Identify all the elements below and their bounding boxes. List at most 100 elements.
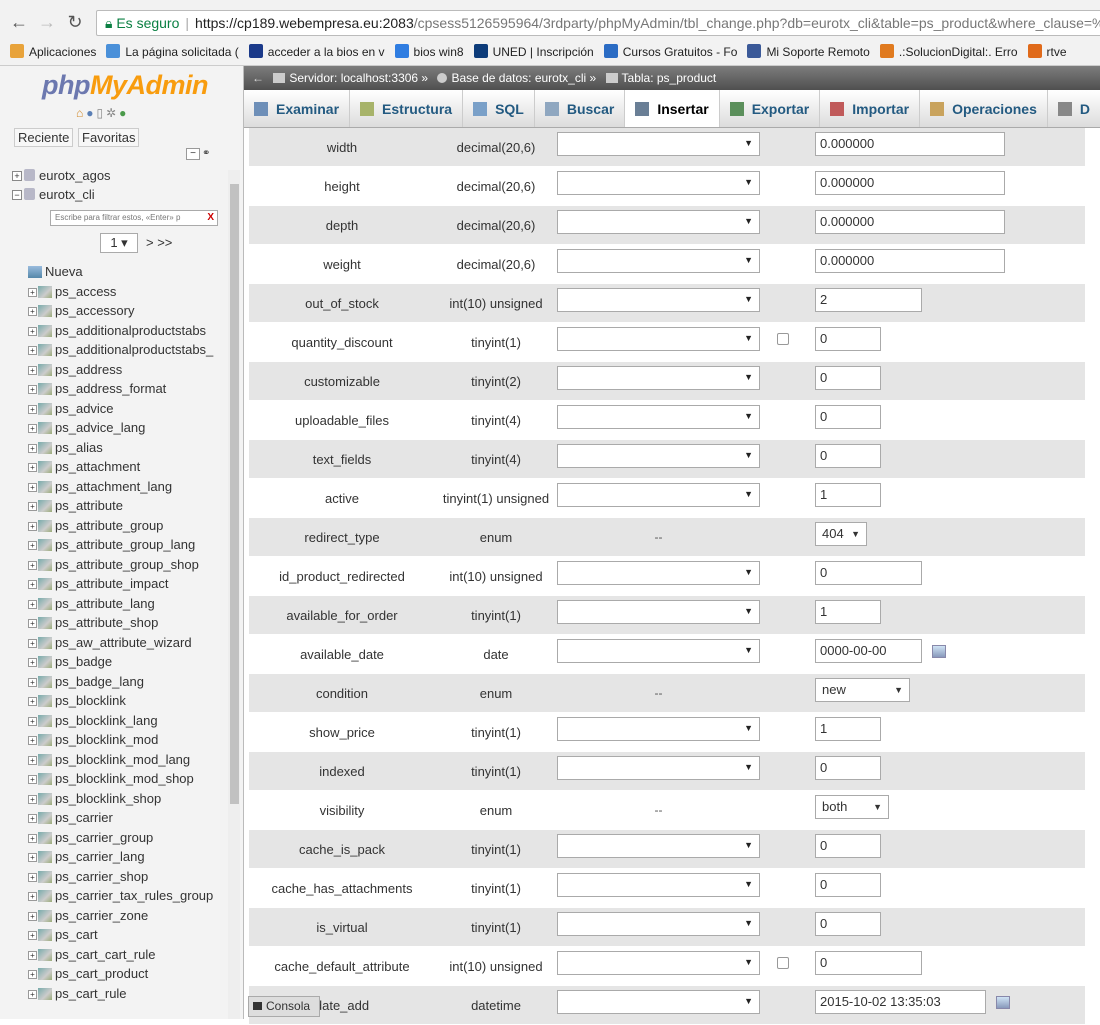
expand-icon[interactable]: + (28, 833, 37, 843)
value-input[interactable]: 0 (815, 873, 881, 897)
docs-icon[interactable]: ▯ (97, 106, 107, 120)
function-select[interactable] (557, 600, 760, 624)
sidebar-table-item[interactable]: + ps_address_format (28, 379, 238, 399)
bookmark-item[interactable]: bios win8 (394, 40, 464, 64)
expand-icon[interactable]: + (28, 638, 37, 648)
page-select[interactable]: 1 ▾ (100, 233, 138, 253)
function-select[interactable] (557, 405, 760, 429)
expand-icon[interactable]: + (28, 580, 37, 589)
function-select[interactable] (557, 132, 760, 156)
expand-icon[interactable]: + (28, 775, 37, 784)
sidebar-table-item[interactable]: + ps_carrier_tax_rules_group (28, 886, 238, 906)
reload-nav-icon[interactable]: ● (119, 106, 129, 120)
value-input[interactable]: 1 (815, 483, 881, 507)
sidebar-table-item[interactable]: + ps_additionalproductstabs (28, 321, 238, 341)
tab-buscar[interactable]: Buscar (535, 90, 626, 127)
sidebar-table-item[interactable]: + ps_address (28, 360, 238, 380)
sidebar-table-item[interactable]: + ps_blocklink_mod_shop (28, 769, 238, 789)
clear-filter-icon[interactable]: X (207, 211, 214, 225)
reload-icon[interactable]: ↻ (64, 12, 86, 33)
sidebar-table-item[interactable]: + ps_blocklink_shop (28, 789, 238, 809)
function-select[interactable] (557, 171, 760, 195)
function-select[interactable] (557, 444, 760, 468)
bookmark-item[interactable]: Cursos Gratuitos - Fo (603, 40, 737, 64)
value-input[interactable]: 0 (815, 327, 881, 351)
expand-icon[interactable]: + (28, 443, 37, 453)
sidebar-table-item[interactable]: + ps_cart_product (28, 964, 238, 984)
value-input[interactable]: 0 (815, 405, 881, 429)
tab-operaciones[interactable]: Operaciones (920, 90, 1048, 127)
console-toggle[interactable]: Consola (248, 996, 320, 1017)
function-select[interactable] (557, 834, 760, 858)
sidebar-table-item[interactable]: + ps_attribute_group_shop (28, 555, 238, 575)
tab-importar[interactable]: Importar (820, 90, 921, 127)
sidebar-table-item[interactable]: + ps_attribute (28, 496, 238, 516)
expand-icon[interactable]: + (28, 814, 37, 823)
sidebar-table-item[interactable]: + ps_cart_cart_rule (28, 945, 238, 965)
expand-icon[interactable]: + (28, 755, 37, 765)
value-input[interactable]: 0 (815, 912, 881, 936)
expand-icon[interactable]: + (28, 463, 37, 472)
table-filter-input[interactable]: Escribe para filtrar estos, «Enter» pX (50, 210, 218, 226)
value-input[interactable]: 0.000000 (815, 171, 1005, 195)
value-input[interactable]: 2015-10-02 13:35:03 (815, 990, 986, 1014)
db-eurotx-agos[interactable]: + eurotx_agos (12, 168, 111, 183)
sidebar-table-item[interactable]: + ps_cart (28, 925, 238, 945)
tab-sql[interactable]: SQL (463, 90, 535, 127)
main-scrollbar[interactable] (1086, 128, 1100, 1019)
forward-icon[interactable]: → (36, 12, 58, 33)
value-input[interactable]: 0 (815, 444, 881, 468)
sidebar-table-item[interactable]: + ps_badge (28, 652, 238, 672)
sidebar-table-item[interactable]: + ps_attribute_lang (28, 594, 238, 614)
expand-icon[interactable]: + (28, 716, 37, 726)
expand-icon[interactable]: + (28, 697, 37, 706)
function-select[interactable] (557, 210, 760, 234)
sidebar-table-item[interactable]: + ps_attribute_shop (28, 613, 238, 633)
null-checkbox[interactable] (777, 957, 789, 969)
function-select[interactable] (557, 561, 760, 585)
expand-icon[interactable]: + (28, 911, 37, 921)
expand-icon[interactable]: + (28, 931, 37, 940)
expand-icon[interactable]: + (28, 853, 37, 862)
sidebar-table-item[interactable]: + ps_alias (28, 438, 238, 458)
null-checkbox[interactable] (777, 333, 789, 345)
crumb-table[interactable]: Tabla: ps_product (622, 71, 717, 85)
sidebar-table-item[interactable]: + ps_carrier_zone (28, 906, 238, 926)
expand-icon[interactable]: + (28, 385, 37, 394)
back-icon[interactable]: ← (8, 12, 30, 33)
value-input[interactable]: 0 (815, 834, 881, 858)
expand-icon[interactable]: + (28, 326, 37, 336)
value-select[interactable]: new ▼ (815, 678, 910, 702)
value-input[interactable]: 0.000000 (815, 249, 1005, 273)
expand-icon[interactable]: + (28, 970, 37, 979)
function-select[interactable] (557, 951, 760, 975)
sidebar-table-item[interactable]: + ps_attribute_group (28, 516, 238, 536)
expand-icon[interactable]: + (28, 307, 37, 316)
sidebar-table-item[interactable]: + ps_cart_rule (28, 984, 238, 1004)
expand-icon[interactable]: + (28, 560, 37, 570)
expand-icon[interactable]: + (28, 541, 37, 550)
expand-icon[interactable]: + (28, 502, 37, 511)
expand-icon[interactable]: + (28, 872, 37, 882)
home-icon[interactable]: ⌂ (76, 106, 86, 120)
tab-examinar[interactable]: Examinar (244, 90, 351, 127)
expand-icon[interactable]: + (28, 794, 37, 804)
sidebar-table-item[interactable]: + ps_blocklink_mod (28, 730, 238, 750)
sidebar-table-item[interactable]: + ps_aw_attribute_wizard (28, 633, 238, 653)
sidebar-table-item[interactable]: + ps_blocklink (28, 691, 238, 711)
function-select[interactable] (557, 873, 760, 897)
sidebar-table-new[interactable]: Nueva (28, 262, 238, 282)
calendar-icon[interactable] (932, 645, 946, 658)
sidebar-scroll-thumb[interactable] (230, 184, 239, 804)
sidebar-table-item[interactable]: + ps_advice_lang (28, 418, 238, 438)
bookmark-item[interactable]: Mi Soporte Remoto (747, 40, 870, 64)
sidebar-table-item[interactable]: + ps_additionalproductstabs_ (28, 340, 238, 360)
next-page-link[interactable]: > >> (146, 235, 172, 250)
expand-icon[interactable]: + (28, 677, 37, 687)
bookmark-item[interactable]: UNED | Inscripción (473, 40, 594, 64)
value-input[interactable]: 0.000000 (815, 210, 1005, 234)
value-input[interactable]: 0 (815, 951, 922, 975)
value-input[interactable]: 2 (815, 288, 922, 312)
expand-icon[interactable]: + (28, 424, 37, 433)
exit-icon[interactable]: ● (86, 106, 96, 120)
